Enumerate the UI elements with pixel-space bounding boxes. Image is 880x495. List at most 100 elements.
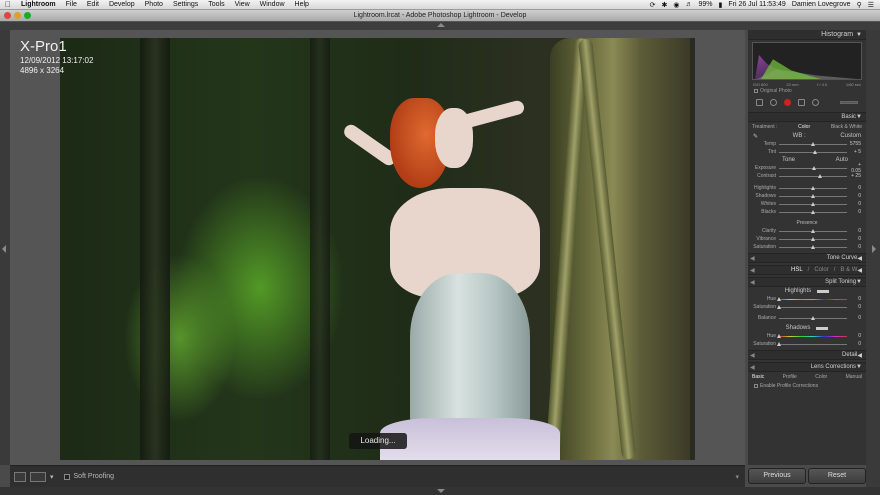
close-window-icon[interactable]	[4, 12, 11, 19]
right-panel-toggle[interactable]	[866, 30, 880, 487]
slider-value[interactable]: 0	[847, 193, 861, 199]
menu-view[interactable]: View	[230, 1, 255, 8]
left-panel-toggle[interactable]	[0, 30, 10, 465]
spotlight-icon[interactable]: ⚲	[857, 1, 862, 9]
slider-track[interactable]	[779, 165, 847, 170]
slider-knob[interactable]	[811, 165, 816, 170]
menubar-clock[interactable]: Fri 26 Jul 11:53:49	[728, 1, 785, 8]
menu-develop[interactable]: Develop	[104, 1, 140, 8]
slider-track[interactable]	[779, 173, 847, 178]
slider-value[interactable]: 0	[847, 244, 861, 250]
slider-knob[interactable]	[777, 333, 781, 338]
chevron-down-icon[interactable]: ▾	[50, 473, 54, 481]
slider-clarity[interactable]: Clarity 0	[748, 227, 866, 235]
slider-track[interactable]	[779, 141, 847, 146]
menubar-user[interactable]: Damien Lovegrove	[792, 1, 851, 8]
menu-settings[interactable]: Settings	[168, 1, 203, 8]
original-photo-checkbox[interactable]	[754, 89, 758, 93]
slider-knob[interactable]	[811, 315, 815, 320]
slider-knob[interactable]	[813, 149, 818, 154]
slider-knob[interactable]	[811, 244, 815, 249]
wifi-icon[interactable]: ◉	[673, 1, 679, 9]
slider-knob[interactable]	[811, 209, 815, 214]
slider-exposure[interactable]: Exposure + 0.05	[748, 162, 866, 174]
slider-knob[interactable]	[777, 341, 781, 346]
slider-value[interactable]: 0	[847, 341, 861, 347]
enable-profile-checkbox[interactable]	[754, 384, 758, 388]
minimize-window-icon[interactable]	[14, 12, 21, 19]
soft-proofing-checkbox[interactable]	[63, 473, 70, 480]
slider-split-shadow-hue[interactable]: Hue 0	[748, 332, 866, 340]
slider-vibrance[interactable]: Vibrance 0	[748, 235, 866, 243]
basic-header[interactable]: Basic ▼	[748, 112, 866, 122]
bluetooth-icon[interactable]: ✱	[661, 1, 667, 9]
slider-value[interactable]: + 5	[847, 149, 861, 155]
slider-blacks[interactable]: Blacks 0	[748, 208, 866, 216]
slider-value[interactable]: 0	[847, 304, 861, 310]
slider-saturation[interactable]: Saturation 0	[748, 243, 866, 251]
toolbar-menu-icon[interactable]: ▾	[735, 473, 739, 481]
slider-value[interactable]: 0	[847, 296, 861, 302]
menu-help[interactable]: Help	[290, 1, 314, 8]
slider-knob[interactable]	[811, 201, 815, 206]
enable-profile-row[interactable]: Enable Profile Corrections	[748, 382, 866, 390]
color-tab[interactable]: Color	[814, 267, 828, 273]
slider-knob[interactable]	[811, 228, 815, 233]
slider-track[interactable]	[779, 149, 847, 154]
slider-knob[interactable]	[817, 173, 822, 178]
split-toning-header[interactable]: ◀ Split Toning ▼	[748, 277, 866, 287]
menu-edit[interactable]: Edit	[82, 1, 104, 8]
top-panel-toggle[interactable]	[0, 22, 880, 30]
histogram-graph[interactable]	[752, 42, 862, 80]
red-eye-icon[interactable]	[784, 99, 791, 106]
treatment-bw-option[interactable]: Black & White	[831, 124, 862, 130]
before-after-button[interactable]	[30, 471, 46, 482]
menu-file[interactable]: File	[61, 1, 82, 8]
slider-knob[interactable]	[777, 304, 781, 309]
slider-value[interactable]: 0	[847, 236, 861, 242]
zoom-window-icon[interactable]	[24, 12, 31, 19]
slider-temp[interactable]: Temp 5755	[748, 140, 866, 148]
slider-track[interactable]	[777, 304, 847, 309]
slider-knob[interactable]	[811, 236, 815, 241]
lens-tab-basic[interactable]: Basic	[752, 374, 764, 380]
lens-tab-color[interactable]: Color	[815, 374, 827, 380]
slider-track[interactable]	[779, 193, 847, 198]
slider-knob[interactable]	[811, 141, 815, 146]
highlights-color-swatch[interactable]	[817, 289, 830, 293]
slider-value[interactable]: 0	[847, 209, 861, 215]
slider-knob[interactable]	[811, 185, 815, 190]
notification-icon[interactable]: ☰	[868, 1, 874, 9]
slider-contrast[interactable]: Contrast + 25	[748, 172, 866, 180]
slider-shadows[interactable]: Shadows 0	[748, 192, 866, 200]
reset-button[interactable]: Reset	[808, 468, 866, 484]
spot-removal-icon[interactable]	[770, 99, 777, 106]
slider-whites[interactable]: Whites 0	[748, 200, 866, 208]
slider-split-shadow-saturation[interactable]: Saturation 0	[748, 340, 866, 348]
slider-knob[interactable]	[811, 193, 815, 198]
radial-filter-icon[interactable]	[812, 99, 819, 106]
lens-tab-manual[interactable]: Manual	[846, 374, 862, 380]
slider-value[interactable]: 5755	[847, 141, 861, 147]
slider-knob[interactable]	[777, 296, 781, 301]
slider-balance[interactable]: Balance 0	[748, 314, 866, 322]
slider-tint[interactable]: Tint + 5	[748, 148, 866, 156]
slider-track[interactable]	[777, 341, 847, 346]
graduated-filter-icon[interactable]	[798, 99, 805, 106]
wb-select[interactable]: Custom	[840, 133, 861, 139]
sync-icon[interactable]: ⟳	[650, 1, 656, 9]
slider-split-saturation[interactable]: Saturation 0	[748, 303, 866, 311]
battery-level[interactable]: 99%	[698, 1, 712, 8]
bottom-panel-toggle[interactable]	[0, 487, 880, 495]
slider-value[interactable]: + 25	[847, 173, 861, 179]
eyedropper-icon[interactable]: ✎	[753, 133, 758, 140]
volume-icon[interactable]: ♬	[685, 1, 692, 8]
menu-photo[interactable]: Photo	[140, 1, 168, 8]
slider-split-hue[interactable]: Hue 0	[748, 295, 866, 303]
hsl-header[interactable]: ◀ HSL / Color / B & W ◀	[748, 265, 866, 275]
menu-lightroom[interactable]: Lightroom	[16, 1, 61, 8]
slider-track[interactable]	[779, 201, 847, 206]
slider-track[interactable]	[779, 244, 847, 249]
slider-track[interactable]	[779, 185, 847, 190]
brush-slider-icon[interactable]	[840, 101, 858, 104]
